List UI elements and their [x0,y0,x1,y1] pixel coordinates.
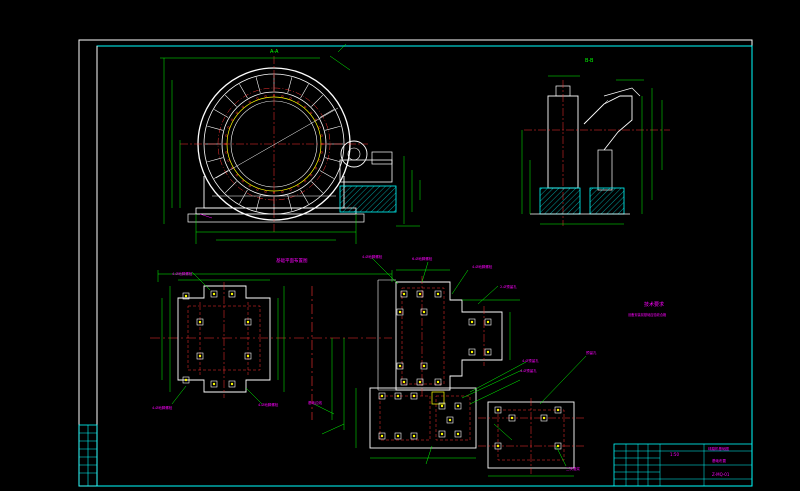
anchor-bolt [486,350,490,354]
anchor-bolt [396,434,400,438]
anchor-bolt [422,310,426,314]
anchor-bolt [496,444,500,448]
anchor-bolt [412,394,416,398]
anchor-bolt [230,292,234,296]
anchor-bolt [380,394,384,398]
callout-5: 4-Ø地脚螺栓 [472,264,493,269]
anchor-bolt [402,292,406,296]
anchor-bolt [556,408,560,412]
anchor-bolt [436,292,440,296]
notes-title: 技术要求 [644,301,664,308]
callout-4: 6-Ø地脚螺栓 [412,256,433,261]
view-b-b-title: B-B [585,58,594,64]
anchor-bolt [440,404,444,408]
anchor-bolt [184,294,188,298]
callout-11: 基础边线 [308,400,322,405]
anchor-bolt [418,380,422,384]
anchor-bolt [398,364,402,368]
foundation-block-a [339,185,397,213]
anchor-bolt [470,350,474,354]
callout-7: 4-Ø预留孔 [522,358,539,363]
title-block-scale: 1:50 [670,452,679,457]
anchor-bolt [184,378,188,382]
anchor-bolt [198,320,202,324]
view-a-a-title: A-A [270,49,279,55]
anchor-bolt [440,432,444,436]
anchor-bolt [436,380,440,384]
callout-6: 2-Ø预留孔 [500,284,517,289]
anchor-bolt [418,292,422,296]
anchor-bolt [486,320,490,324]
anchor-bolt [456,404,460,408]
plan-view-title: 基础平面布置图 [276,257,308,264]
callout-0: 4-Ø地脚螺栓 [172,271,193,276]
title-block-drawing-no: Z-MQ-01 [712,472,730,477]
anchor-bolt [396,394,400,398]
foundation-block-b2 [589,187,625,215]
anchor-bolt [212,382,216,386]
notes-body: 设备安装前基础应验收合格 [628,312,667,317]
canvas-background [0,0,800,491]
anchor-bolt [510,416,514,420]
anchor-bolt [456,432,460,436]
title-block-sub-name: 基础布置 [712,458,726,463]
anchor-bolt [496,408,500,412]
anchor-bolt [212,292,216,296]
callout-3: 4-Ø地脚螺栓 [362,254,383,259]
anchor-bolt [448,418,452,422]
callout-2: 4-Ø地脚螺栓 [258,402,279,407]
anchor-bolt [198,354,202,358]
callout-10: 二次灌浆 [566,466,580,471]
cad-drawing-canvas: A-A B-B 基础平面布置图 4-Ø地脚螺栓 4-Ø地脚螺栓 4-Ø地脚螺栓 … [0,0,800,491]
anchor-bolt [470,320,474,324]
callout-1: 4-Ø地脚螺栓 [152,405,173,410]
anchor-bolt [246,354,250,358]
anchor-bolt [542,416,546,420]
anchor-bolt [398,310,402,314]
title-block-drawing-name: 球磨机基础图 [708,446,729,451]
anchor-bolt [556,444,560,448]
callout-9: 预留孔 [586,350,597,355]
anchor-bolt [380,434,384,438]
anchor-bolt [246,320,250,324]
foundation-block-b1 [539,187,581,215]
anchor-bolt [230,382,234,386]
callout-8: 4-Ø预留孔 [520,368,537,373]
anchor-bolt [412,434,416,438]
anchor-bolt [402,380,406,384]
anchor-bolt [422,364,426,368]
